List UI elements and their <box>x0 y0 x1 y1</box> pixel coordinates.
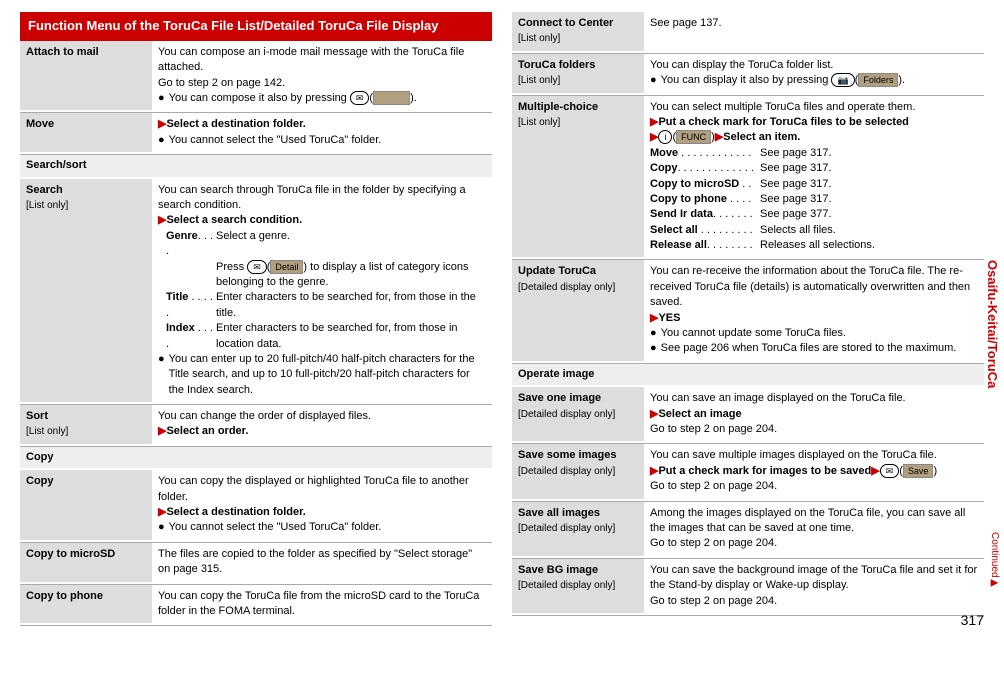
continued-label: Continued▶ <box>989 532 1000 589</box>
op-row: Copy to phone . . . .See page 317. <box>650 192 978 207</box>
update-toruca-table: Update ToruCa [Detailed display only] Yo… <box>512 260 984 360</box>
toruca-folders-body: You can display the ToruCa folder list. … <box>644 54 984 93</box>
copy-microsd-body: The files are copied to the folder as sp… <box>152 543 492 582</box>
folders-softkey: Folders <box>858 73 898 87</box>
toruca-folders-table: ToruCa folders [List only] You can displ… <box>512 54 984 93</box>
right-column: Connect to Center [List only] See page 1… <box>512 12 984 626</box>
connect-center-label: Connect to Center [List only] <box>512 12 644 51</box>
copy-header: Copy <box>20 447 492 468</box>
copy-phone-body: You can copy the ToruCa file from the mi… <box>152 585 492 624</box>
copy-phone-label: Copy to phone <box>20 585 152 624</box>
op-row: Select all . . . . . . . . .Selects all … <box>650 223 978 238</box>
save-softkey: Save <box>903 464 934 478</box>
search-sort-header: Search/sort <box>20 155 492 176</box>
save-one-table: Save one image [Detailed display only] Y… <box>512 387 984 441</box>
page-number: 317 <box>961 612 984 628</box>
mail-key-icon: ✉ <box>247 260 267 274</box>
mail-softkey <box>373 91 410 105</box>
attach-to-mail-table: Attach to mail You can compose an i-mode… <box>20 41 492 111</box>
toruca-folders-label: ToruCa folders [List only] <box>512 54 644 93</box>
op-row: Copy to microSD . .See page 317. <box>650 177 978 192</box>
copy-microsd-label: Copy to microSD <box>20 543 152 582</box>
search-table: Search [List only] You can search throug… <box>20 179 492 402</box>
op-row: Release all. . . . . . . .Releases all s… <box>650 238 978 253</box>
search-body: You can search through ToruCa file in th… <box>152 179 492 402</box>
mail-key-icon: ✉ <box>880 464 900 478</box>
connect-center-body: See page 137. <box>644 12 984 51</box>
move-table: Move ▶Select a destination folder. ●You … <box>20 113 492 152</box>
copy-phone-table: Copy to phone You can copy the ToruCa fi… <box>20 585 492 624</box>
attach-to-mail-label: Attach to mail <box>20 41 152 111</box>
multiple-choice-body: You can select multiple ToruCa files and… <box>644 96 984 258</box>
update-toruca-label: Update ToruCa [Detailed display only] <box>512 260 644 360</box>
multiple-choice-label: Multiple-choice [List only] <box>512 96 644 258</box>
save-one-body: You can save an image displayed on the T… <box>644 387 984 441</box>
op-row: Copy. . . . . . . . . . . . .See page 31… <box>650 161 978 176</box>
move-body: ▶Select a destination folder. ●You canno… <box>152 113 492 152</box>
sort-body: You can change the order of displayed fi… <box>152 405 492 444</box>
save-bg-body: You can save the background image of the… <box>644 559 984 613</box>
copy-body: You can copy the displayed or highlighte… <box>152 470 492 540</box>
attach-to-mail-body: You can compose an i-mode mail message w… <box>152 41 492 111</box>
save-one-label: Save one image [Detailed display only] <box>512 387 644 441</box>
copy-microsd-table: Copy to microSD The files are copied to … <box>20 543 492 582</box>
move-label: Move <box>20 113 152 152</box>
sort-table: Sort [List only] You can change the orde… <box>20 405 492 444</box>
search-label: Search [List only] <box>20 179 152 402</box>
detail-softkey: Detail <box>270 260 303 274</box>
save-some-label: Save some images [Detailed display only] <box>512 444 644 498</box>
copy-table: Copy You can copy the displayed or highl… <box>20 470 492 540</box>
i-key-icon: i <box>658 130 672 144</box>
save-bg-table: Save BG image [Detailed display only] Yo… <box>512 559 984 613</box>
side-tab: Osaifu-Keitai/ToruCa <box>985 260 1000 388</box>
save-bg-label: Save BG image [Detailed display only] <box>512 559 644 613</box>
save-some-table: Save some images [Detailed display only]… <box>512 444 984 498</box>
page-title: Function Menu of the ToruCa File List/De… <box>20 12 492 41</box>
func-softkey: FUNC <box>676 130 711 144</box>
camera-key-icon: 📷 <box>831 73 854 87</box>
sort-label: Sort [List only] <box>20 405 152 444</box>
connect-center-table: Connect to Center [List only] See page 1… <box>512 12 984 51</box>
save-all-table: Save all images [Detailed display only] … <box>512 502 984 556</box>
op-row: Send Ir data. . . . . . .See page 377. <box>650 207 978 222</box>
mail-key-icon: ✉ <box>350 91 370 105</box>
save-all-label: Save all images [Detailed display only] <box>512 502 644 556</box>
save-some-body: You can save multiple images displayed o… <box>644 444 984 498</box>
op-row: Move . . . . . . . . . . . .See page 317… <box>650 146 978 161</box>
update-toruca-body: You can re-receive the information about… <box>644 260 984 360</box>
save-all-body: Among the images displayed on the ToruCa… <box>644 502 984 556</box>
copy-label: Copy <box>20 470 152 540</box>
left-column: Function Menu of the ToruCa File List/De… <box>20 12 492 626</box>
operate-image-header: Operate image <box>512 364 984 385</box>
multiple-choice-table: Multiple-choice [List only] You can sele… <box>512 96 984 258</box>
